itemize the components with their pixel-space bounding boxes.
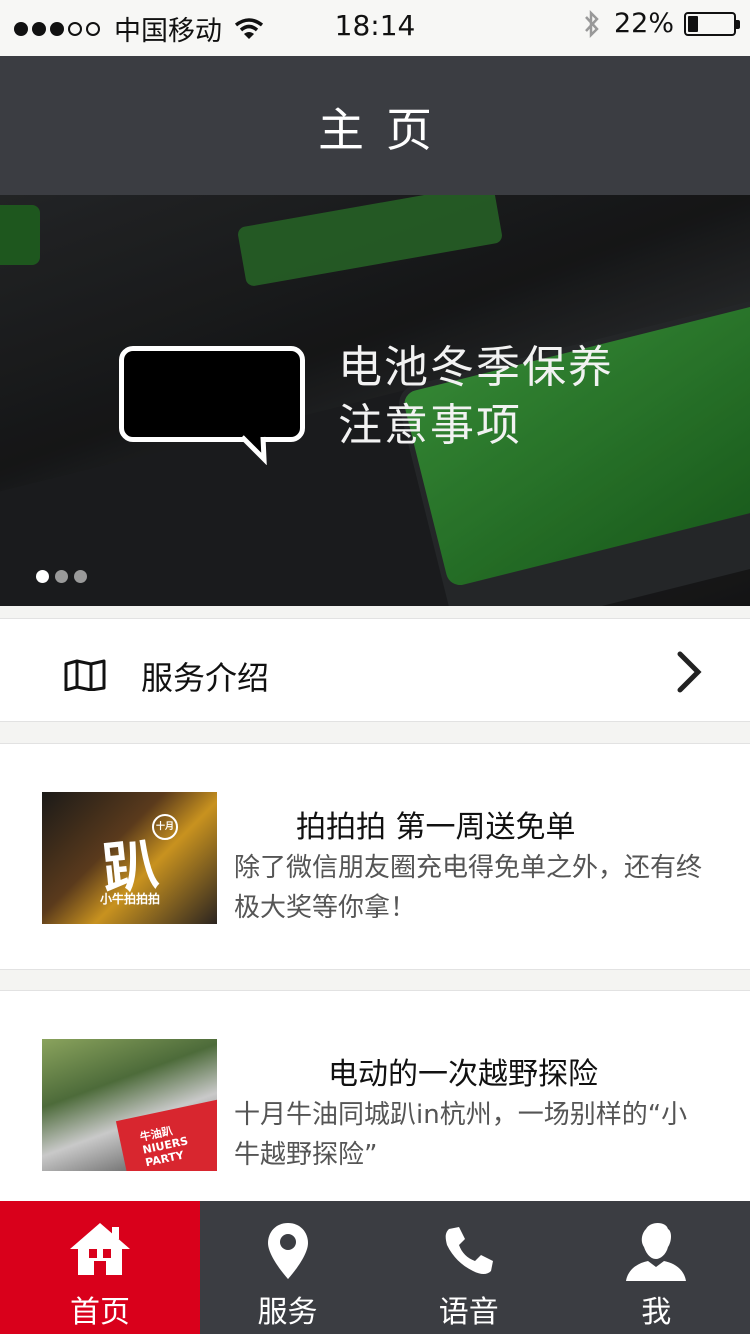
- article-card[interactable]: 牛油趴 NIUERS PARTY 电动的一次越野探险 十月牛油同城趴in杭州，一…: [0, 990, 750, 1202]
- user-icon: [626, 1223, 687, 1281]
- banner-carousel[interactable]: 电池冬季保养 注意事项: [0, 195, 750, 606]
- article-description: 十月牛油同城趴in杭州，一场别样的“小牛越野探险”: [234, 1100, 688, 1170]
- tab-label: 我: [641, 1295, 672, 1330]
- speech-bubble-icon: [119, 346, 305, 442]
- tab-bar: 首页 服务 语音 我: [0, 1201, 750, 1334]
- pager-dot[interactable]: [74, 570, 87, 583]
- article-card[interactable]: 趴 十月 小牛拍拍拍 拍拍拍 第一周送免单 除了微信朋友圈充电得免单之外，还有终…: [0, 743, 750, 970]
- location-pin-icon: [267, 1223, 308, 1279]
- tab-voice[interactable]: 语音: [375, 1201, 563, 1334]
- article-thumbnail: 趴 十月 小牛拍拍拍: [42, 792, 217, 924]
- home-icon: [70, 1223, 130, 1275]
- banner-line-1: 电池冬季保养: [338, 342, 614, 393]
- article-title: 电动的一次越野探险: [328, 1057, 598, 1092]
- speech-bubble-tail: [238, 433, 267, 465]
- article-title: 拍拍拍 第一周送免单: [296, 810, 576, 845]
- tab-label: 首页: [70, 1295, 130, 1330]
- article-thumbnail: 牛油趴 NIUERS PARTY: [42, 1039, 217, 1171]
- banner-line-2: 注意事项: [338, 400, 522, 451]
- tab-service[interactable]: 服务: [200, 1201, 375, 1334]
- tab-home[interactable]: 首页: [0, 1201, 200, 1334]
- carousel-pager[interactable]: [36, 570, 93, 583]
- phone-icon: [445, 1227, 493, 1274]
- tab-label: 服务: [257, 1295, 318, 1330]
- thumbnail-badge: 十月: [152, 814, 178, 840]
- article-description: 除了微信朋友圈充电得免单之外，还有终极大奖等你拿！: [234, 853, 703, 923]
- chevron-right-icon: [677, 651, 702, 693]
- page-title: 主页: [318, 103, 454, 157]
- service-intro-label: 服务介绍: [141, 659, 270, 697]
- bluetooth-icon: [585, 9, 599, 38]
- map-icon: [64, 659, 106, 691]
- service-intro-row[interactable]: 服务介绍: [0, 618, 750, 722]
- battery-icon: [684, 11, 740, 36]
- pager-dot[interactable]: [36, 570, 49, 583]
- navigation-bar: 主页: [0, 56, 750, 195]
- tab-label: 语音: [438, 1295, 499, 1330]
- banner-headline: 电池冬季保养 注意事项: [338, 339, 614, 455]
- status-bar: 中国移动 18:14 22%: [0, 0, 750, 56]
- thumbnail-caption: 小牛拍拍拍: [100, 892, 161, 906]
- tab-me[interactable]: 我: [563, 1201, 750, 1334]
- pager-dot[interactable]: [55, 570, 68, 583]
- battery-percent: 22%: [613, 8, 674, 39]
